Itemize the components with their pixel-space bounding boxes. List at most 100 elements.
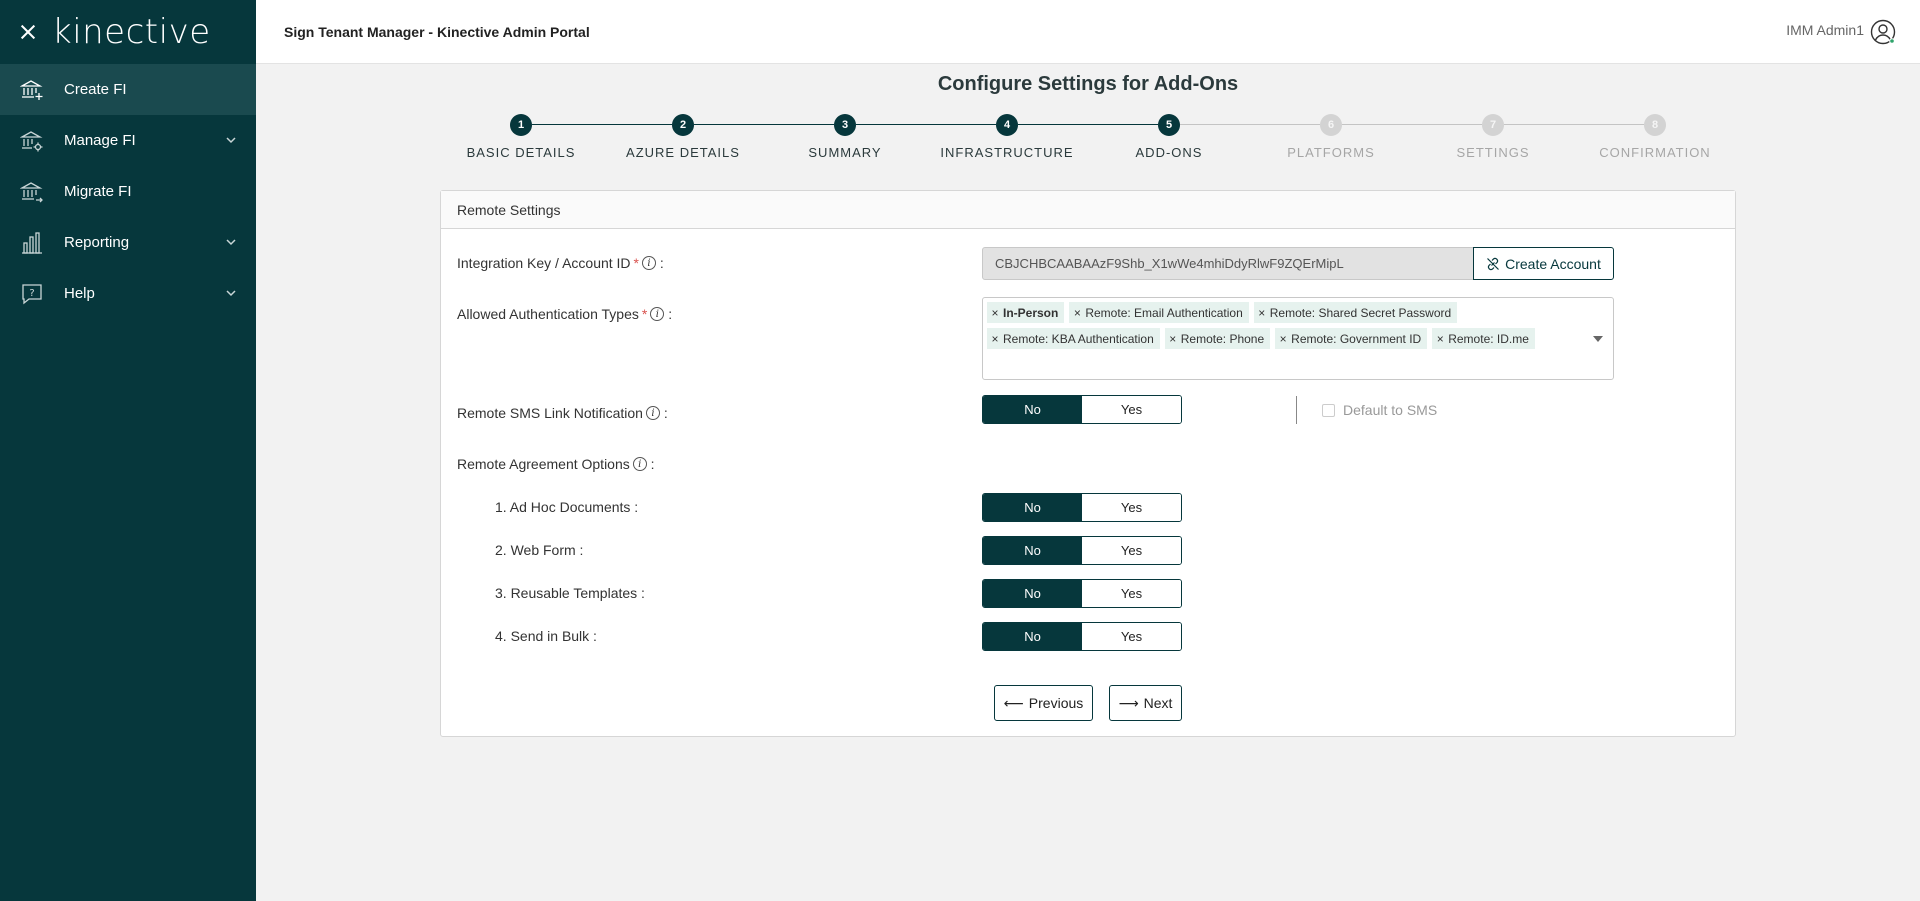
chevron-down-icon [226, 137, 236, 144]
chevron-down-icon [226, 239, 236, 246]
toggle-yes[interactable]: Yes [1082, 580, 1181, 607]
close-icon[interactable] [18, 22, 38, 42]
step-number-circle: 1 [510, 114, 532, 136]
sidebar-item-manage-fi[interactable]: Manage FI [0, 115, 256, 166]
step-3[interactable]: 3 SUMMARY [764, 114, 926, 160]
auth-tag-label: Remote: ID.me [1448, 331, 1529, 346]
sidebar-item-label: Help [64, 285, 95, 302]
dropdown-caret-icon[interactable] [1593, 336, 1603, 342]
sms-link-toggle: No Yes [982, 395, 1182, 424]
auth-tag-label: Remote: Phone [1180, 331, 1265, 346]
required-asterisk: * [633, 255, 639, 271]
remove-tag-icon[interactable]: × [1069, 306, 1085, 320]
create-account-button[interactable]: Create Account [1473, 247, 1614, 280]
sidebar-item-help[interactable]: ? Help [0, 268, 256, 319]
toggle-no[interactable]: No [983, 580, 1082, 607]
svg-text:?: ? [29, 288, 34, 299]
step-number-circle: 8 [1644, 114, 1666, 136]
sidebar-item-label: Create FI [64, 81, 127, 98]
step-label: PLATFORMS [1287, 145, 1375, 160]
remote-settings-card: Remote Settings Integration Key / Accoun… [440, 190, 1736, 737]
auth-tags-container: × In-Person × Remote: Email Authentication ×… [987, 302, 1583, 349]
step-label: SUMMARY [808, 145, 882, 160]
header-title: Sign Tenant Manager - Kinective Admin Po… [284, 23, 590, 40]
ad-hoc-documents-toggle: No Yes [982, 493, 1182, 522]
integration-key-input[interactable]: CBJCHBCAABAAzF9Shb_X1wWe4mhiDdyRlwF9ZQEr… [982, 247, 1474, 280]
next-button[interactable]: ⟶ Next [1109, 685, 1182, 721]
toggle-yes[interactable]: Yes [1082, 623, 1181, 650]
step-2[interactable]: 2 AZURE DETAILS [602, 114, 764, 160]
web-form-label: 2. Web Form : [495, 542, 584, 558]
toggle-yes[interactable]: Yes [1082, 396, 1181, 423]
step-7: 7 SETTINGS [1412, 114, 1574, 160]
remove-tag-icon[interactable]: × [1254, 306, 1270, 320]
user-avatar-icon[interactable] [1870, 19, 1896, 45]
step-1[interactable]: 1 BASIC DETAILS [440, 114, 602, 160]
previous-button[interactable]: ⟵ Previous [994, 685, 1093, 721]
bank-migrate-icon [20, 180, 44, 204]
arrow-left-icon: ⟵ [1003, 694, 1024, 711]
sidebar-item-create-fi[interactable]: Create FI [0, 64, 256, 115]
auth-types-label: Allowed Authentication Types * i : [457, 306, 673, 322]
default-to-sms-checkbox[interactable]: Default to SMS [1322, 402, 1437, 418]
agreement-options-label: Remote Agreement Options i : [457, 456, 655, 472]
toggle-no[interactable]: No [983, 396, 1082, 423]
sidebar-item-reporting[interactable]: Reporting [0, 217, 256, 268]
user-name[interactable]: IMM Admin1 [1786, 22, 1864, 38]
info-icon[interactable]: i [632, 457, 647, 471]
step-number-circle: 3 [834, 114, 856, 136]
info-icon[interactable]: i [642, 256, 656, 270]
remove-tag-icon[interactable]: × [987, 306, 1003, 320]
sidebar-item-label: Reporting [64, 234, 130, 251]
info-icon[interactable]: i [645, 406, 660, 420]
remove-tag-icon[interactable]: × [1432, 332, 1448, 346]
toggle-no[interactable]: No [983, 537, 1082, 564]
wizard-stepper: 1 BASIC DETAILS 2 AZURE DETAILS 3 SUMMARY 4 INF… [440, 114, 1710, 170]
required-asterisk: * [641, 306, 648, 322]
auth-tag: × Remote: ID.me [1432, 328, 1535, 349]
remove-tag-icon[interactable]: × [987, 332, 1003, 346]
step-number-circle: 4 [996, 114, 1018, 136]
remove-tag-icon[interactable]: × [1165, 332, 1181, 346]
step-number-circle: 7 [1482, 114, 1504, 136]
sidebar-item-label: Migrate FI [64, 183, 132, 200]
card-header: Remote Settings [441, 191, 1735, 229]
auth-tag-label: Remote: Government ID [1291, 331, 1422, 346]
bar-chart-icon [20, 231, 44, 255]
toggle-no[interactable]: No [983, 623, 1082, 650]
send-in-bulk-label: 4. Send in Bulk : [495, 628, 597, 644]
auth-tag: × Remote: KBA Authentication [987, 328, 1160, 349]
auth-tag: × In-Person [987, 302, 1065, 323]
toggle-no[interactable]: No [983, 494, 1082, 521]
chevron-down-icon [226, 290, 236, 297]
arrow-right-icon: ⟶ [1118, 694, 1139, 711]
info-icon[interactable]: i [650, 307, 665, 321]
sidebar-header: kinective [0, 0, 256, 64]
bank-add-icon [20, 78, 44, 102]
toggle-yes[interactable]: Yes [1082, 537, 1181, 564]
link-off-icon [1487, 257, 1500, 270]
step-label: BASIC DETAILS [466, 145, 576, 160]
sidebar-item-migrate-fi[interactable]: Migrate FI [0, 166, 256, 217]
web-form-toggle: No Yes [982, 536, 1182, 565]
auth-tag-label: Remote: Shared Secret Password [1269, 305, 1452, 320]
ad-hoc-documents-label: 1. Ad Hoc Documents : [495, 499, 639, 515]
step-4[interactable]: 4 INFRASTRUCTURE [926, 114, 1088, 160]
toggle-yes[interactable]: Yes [1082, 494, 1181, 521]
vertical-divider [1296, 396, 1297, 424]
help-icon: ? [20, 282, 44, 306]
step-label: AZURE DETAILS [626, 145, 740, 160]
step-number-circle: 5 [1158, 114, 1180, 136]
step-8: 8 CONFIRMATION [1574, 114, 1736, 160]
step-label: CONFIRMATION [1599, 145, 1711, 160]
step-5[interactable]: 5 ADD-ONS [1088, 114, 1250, 160]
auth-types-multiselect[interactable]: × In-Person × Remote: Email Authentication ×… [982, 297, 1614, 380]
step-label: ADD-ONS [1135, 145, 1203, 160]
checkbox-box[interactable] [1322, 403, 1335, 417]
auth-tag-label: In-Person [1003, 305, 1059, 320]
remove-tag-icon[interactable]: × [1275, 332, 1291, 346]
auth-tag: × Remote: Shared Secret Password [1253, 302, 1458, 323]
auth-tag: × Remote: Phone [1164, 328, 1271, 349]
step-number-circle: 6 [1320, 114, 1342, 136]
step-6: 6 PLATFORMS [1250, 114, 1412, 160]
